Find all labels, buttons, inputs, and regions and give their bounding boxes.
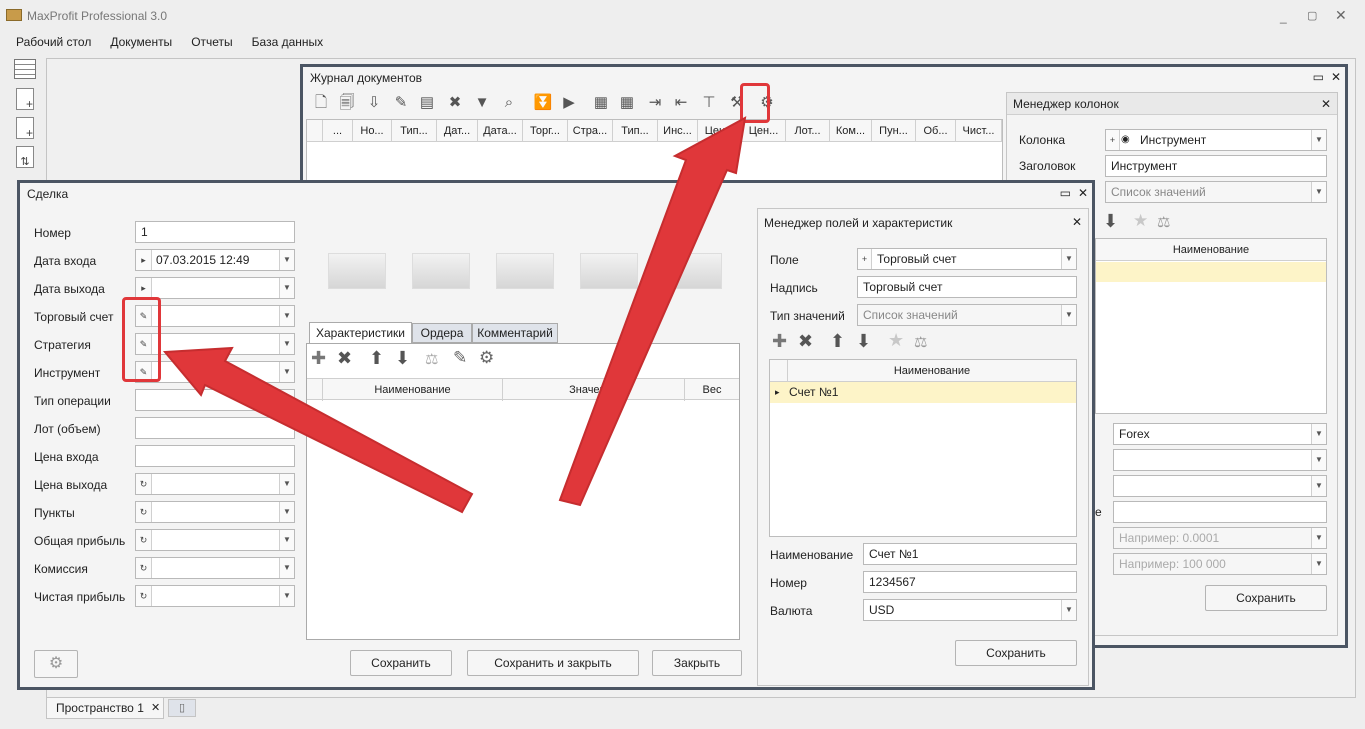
arrow-to-toolbar — [558, 116, 747, 507]
arrow-to-pencils — [162, 346, 474, 514]
annotation-arrows — [162, 116, 747, 514]
